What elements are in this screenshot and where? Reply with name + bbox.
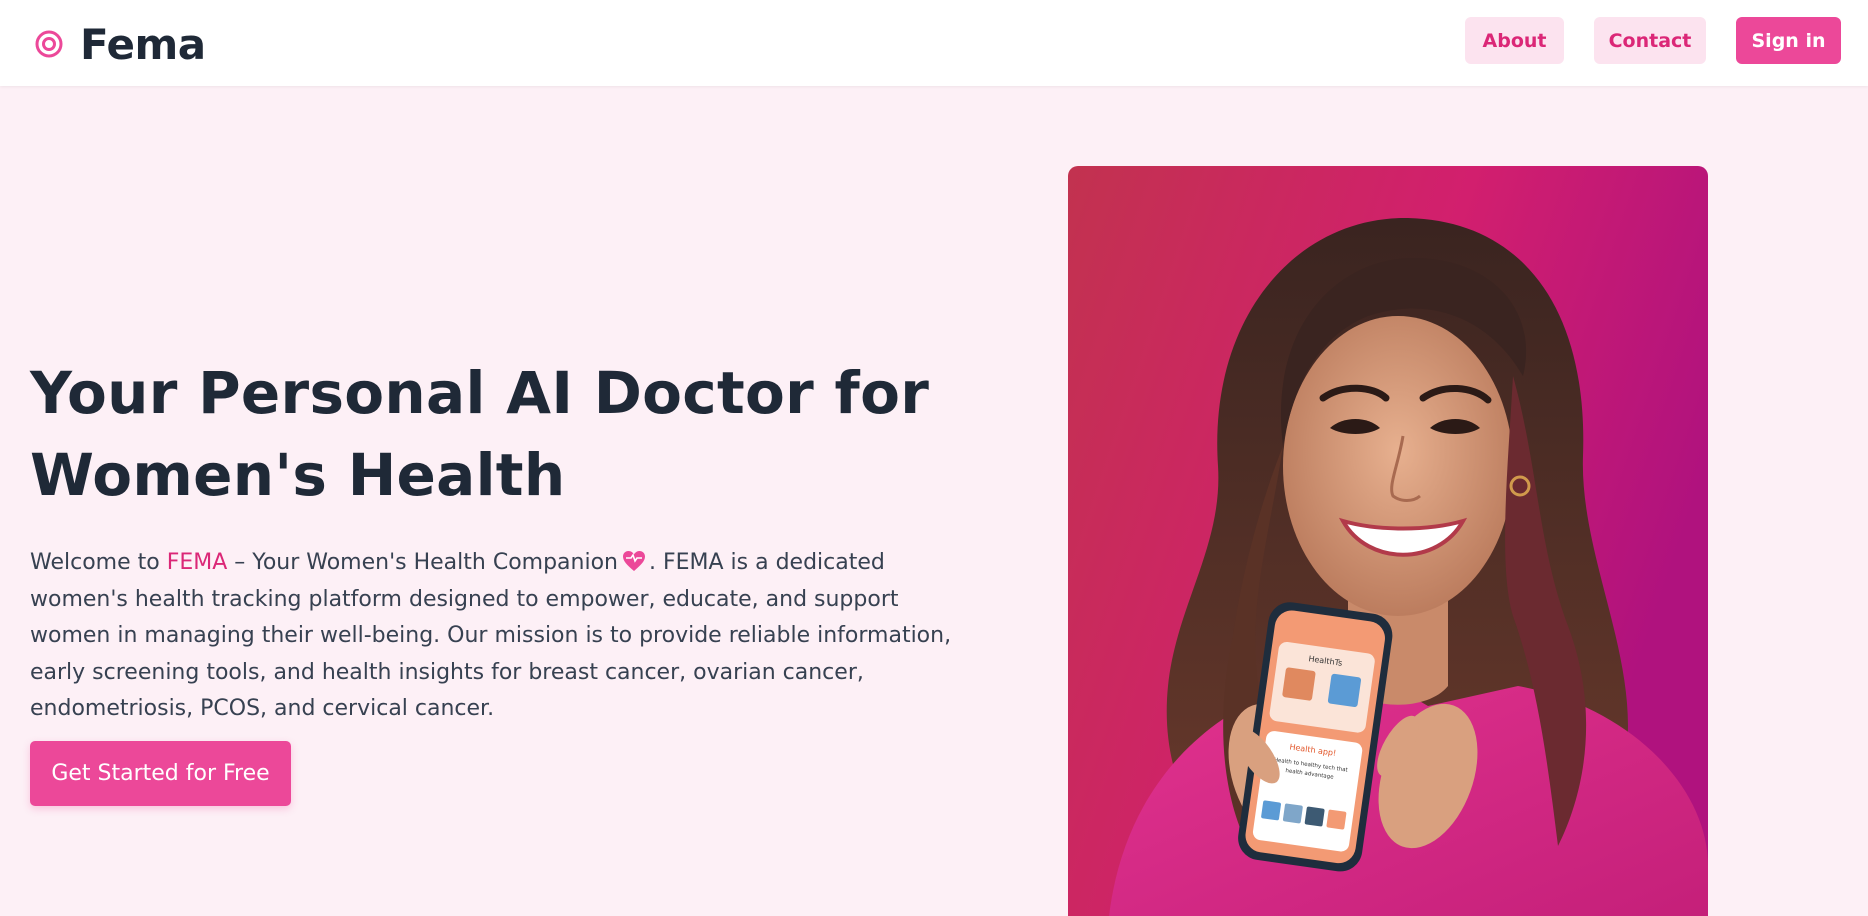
contact-button[interactable]: Contact [1594,17,1706,64]
navbar: Fema About Contact Sign in [0,0,1868,86]
hero-description: Welcome to FEMA – Your Women's Health Co… [30,545,960,728]
heart-icon [622,550,646,572]
hero-photo: HealthTs Health app! Health to healthy t… [1068,166,1708,916]
brand-name: Fema [80,19,206,69]
desc-tagline: – Your Women's Health Companion [227,550,618,575]
about-button[interactable]: About [1465,17,1564,64]
target-icon [34,29,64,59]
hero-title: Your Personal AI Doctor for Women's Heal… [30,359,930,509]
brand-logo[interactable]: Fema [34,19,206,69]
fema-highlight: FEMA [166,550,228,575]
get-started-button[interactable]: Get Started for Free [30,741,291,806]
woman-holding-phone-photo: HealthTs Health app! Health to healthy t… [1068,166,1708,916]
desc-rest: . FEMA is a dedicated women's health tra… [30,550,952,721]
desc-welcome: Welcome to [30,550,167,575]
sign-in-button[interactable]: Sign in [1736,17,1841,64]
